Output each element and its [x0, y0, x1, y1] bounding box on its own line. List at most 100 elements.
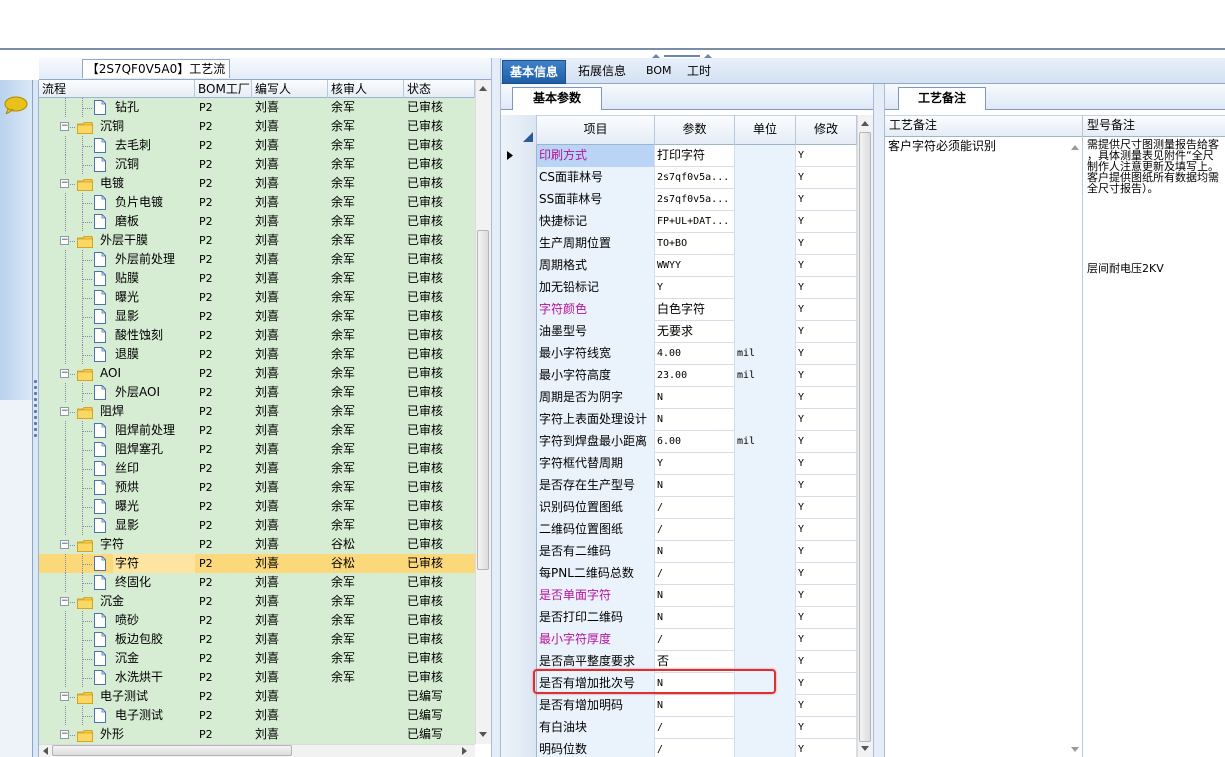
collapse-toggle-icon[interactable]: − — [60, 369, 69, 378]
note-scroll-up-icon[interactable] — [1070, 143, 1080, 151]
param-modify[interactable]: Y — [796, 475, 857, 497]
param-value[interactable]: / — [655, 563, 735, 585]
param-unit[interactable] — [735, 739, 796, 757]
tree-item-row[interactable]: 喷砂 P2 刘喜 余军 已审核 — [39, 611, 475, 630]
param-modify[interactable]: Y — [796, 167, 857, 189]
param-value[interactable]: / — [655, 497, 735, 519]
row-header[interactable] — [501, 673, 537, 695]
tree-item-row[interactable]: 显影 P2 刘喜 余军 已审核 — [39, 307, 475, 326]
param-row[interactable]: SS面菲林号 2s7qf0v5a... Y — [501, 189, 857, 211]
param-value[interactable]: 23.00 — [655, 365, 735, 387]
tree-item-row[interactable]: 曝光 P2 刘喜 余军 已审核 — [39, 288, 475, 307]
scroll-right-icon[interactable] — [461, 746, 469, 756]
param-modify[interactable]: Y — [796, 717, 857, 739]
param-value[interactable]: / — [655, 519, 735, 541]
grid-scroll-up-icon[interactable] — [860, 119, 870, 127]
param-row[interactable]: 字符到焊盘最小距离 6.00 mil Y — [501, 431, 857, 453]
param-unit[interactable]: mil — [735, 365, 796, 387]
param-row[interactable]: 油墨型号 无要求 Y — [501, 321, 857, 343]
middle-splitter-left[interactable] — [491, 58, 501, 757]
tree-item-row[interactable]: 磨板 P2 刘喜 余军 已审核 — [39, 212, 475, 231]
param-unit[interactable]: mil — [735, 343, 796, 365]
param-unit[interactable] — [735, 233, 796, 255]
tree-item-row[interactable]: 沉铜 P2 刘喜 余军 已审核 — [39, 155, 475, 174]
param-row[interactable]: 周期格式 WWYY Y — [501, 255, 857, 277]
param-row[interactable]: 字符颜色 白色字符 Y — [501, 299, 857, 321]
param-value[interactable]: Y — [655, 277, 735, 299]
param-modify[interactable]: Y — [796, 387, 857, 409]
param-value[interactable]: N — [655, 475, 735, 497]
col-header-unit[interactable]: 单位 — [735, 115, 796, 145]
param-modify[interactable]: Y — [796, 145, 857, 167]
grid-corner[interactable] — [501, 115, 537, 145]
param-value[interactable]: WWYY — [655, 255, 735, 277]
tree-folder-row[interactable]: − 电镀 P2 刘喜 余军 已审核 — [39, 174, 475, 193]
param-modify[interactable]: Y — [796, 277, 857, 299]
param-modify[interactable]: Y — [796, 585, 857, 607]
tab-extended-info[interactable]: 拓展信息 — [572, 60, 632, 84]
param-value[interactable]: 白色字符 — [655, 299, 735, 321]
tree-folder-row[interactable]: − 沉金 P2 刘喜 余军 已审核 — [39, 592, 475, 611]
param-unit[interactable] — [735, 145, 796, 167]
param-value[interactable]: N — [655, 387, 735, 409]
param-row[interactable]: 是否有二维码 N Y — [501, 541, 857, 563]
param-value[interactable]: 2s7qf0v5a... — [655, 189, 735, 211]
param-unit[interactable] — [735, 717, 796, 739]
tree-item-row[interactable]: 字符 P2 刘喜 谷松 已审核 — [39, 554, 475, 573]
row-header[interactable] — [501, 695, 537, 717]
tree-item-row[interactable]: 沉金 P2 刘喜 余军 已审核 — [39, 649, 475, 668]
param-value[interactable]: Y — [655, 453, 735, 475]
tree-item-row[interactable]: 阻焊前处理 P2 刘喜 余军 已审核 — [39, 421, 475, 440]
col-header-reviewer[interactable]: 核审人 — [328, 80, 404, 98]
tree-folder-row[interactable]: − 外形 P2 刘喜 已编写 — [39, 725, 475, 744]
col-header-modify[interactable]: 修改 — [796, 115, 857, 145]
param-unit[interactable] — [735, 387, 796, 409]
param-unit[interactable] — [735, 255, 796, 277]
param-row[interactable]: 有白油块 / Y — [501, 717, 857, 739]
param-unit[interactable] — [735, 563, 796, 585]
param-row[interactable]: 最小字符高度 23.00 mil Y — [501, 365, 857, 387]
row-header[interactable] — [501, 629, 537, 651]
param-modify[interactable]: Y — [796, 695, 857, 717]
param-unit[interactable] — [735, 607, 796, 629]
collapse-toggle-icon[interactable]: − — [60, 236, 69, 245]
tree-folder-row[interactable]: − 外层干膜 P2 刘喜 余军 已审核 — [39, 231, 475, 250]
tree-item-row[interactable]: 丝印 P2 刘喜 余军 已审核 — [39, 459, 475, 478]
collapse-toggle-icon[interactable]: − — [60, 122, 69, 131]
param-modify[interactable]: Y — [796, 321, 857, 343]
param-row[interactable]: 是否存在生产型号 N Y — [501, 475, 857, 497]
param-row[interactable]: 字符框代替周期 Y Y — [501, 453, 857, 475]
col-header-process-note[interactable]: 工艺备注 — [885, 115, 1083, 137]
col-header-writer[interactable]: 编写人 — [252, 80, 328, 98]
row-header[interactable] — [501, 387, 537, 409]
param-modify[interactable]: Y — [796, 233, 857, 255]
scroll-left-icon[interactable] — [41, 746, 49, 756]
row-header[interactable] — [501, 343, 537, 365]
param-unit[interactable] — [735, 519, 796, 541]
param-row[interactable]: 是否有增加明码 N Y — [501, 695, 857, 717]
collapse-toggle-icon[interactable]: − — [60, 730, 69, 739]
param-unit[interactable] — [735, 585, 796, 607]
row-header[interactable] — [501, 233, 537, 255]
model-note-voltage[interactable]: 层间耐电压2KV — [1087, 260, 1164, 276]
tree-item-row[interactable]: 贴膜 P2 刘喜 余军 已审核 — [39, 269, 475, 288]
note-scroll-down-icon[interactable] — [1070, 746, 1080, 754]
tree-folder-row[interactable]: − 电子测试 P2 刘喜 已编写 — [39, 687, 475, 706]
row-header[interactable] — [501, 585, 537, 607]
param-unit[interactable]: mil — [735, 431, 796, 453]
param-modify[interactable]: Y — [796, 189, 857, 211]
tree-item-row[interactable]: 曝光 P2 刘喜 余军 已审核 — [39, 497, 475, 516]
scroll-up-icon[interactable] — [478, 84, 488, 92]
param-value[interactable]: N — [655, 695, 735, 717]
row-header[interactable] — [501, 541, 537, 563]
param-value[interactable]: 6.00 — [655, 431, 735, 453]
param-modify[interactable]: Y — [796, 629, 857, 651]
col-header-flow[interactable]: 流程 — [39, 80, 195, 98]
tree-vertical-scroll-thumb[interactable] — [477, 230, 489, 570]
param-modify[interactable]: Y — [796, 343, 857, 365]
param-row[interactable]: 生产周期位置 TO+BO Y — [501, 233, 857, 255]
row-header[interactable] — [501, 409, 537, 431]
tab-work-hours[interactable]: 工时 — [680, 60, 718, 84]
tab-process-notes[interactable]: 工艺备注 — [898, 87, 986, 110]
param-modify[interactable]: Y — [796, 211, 857, 233]
